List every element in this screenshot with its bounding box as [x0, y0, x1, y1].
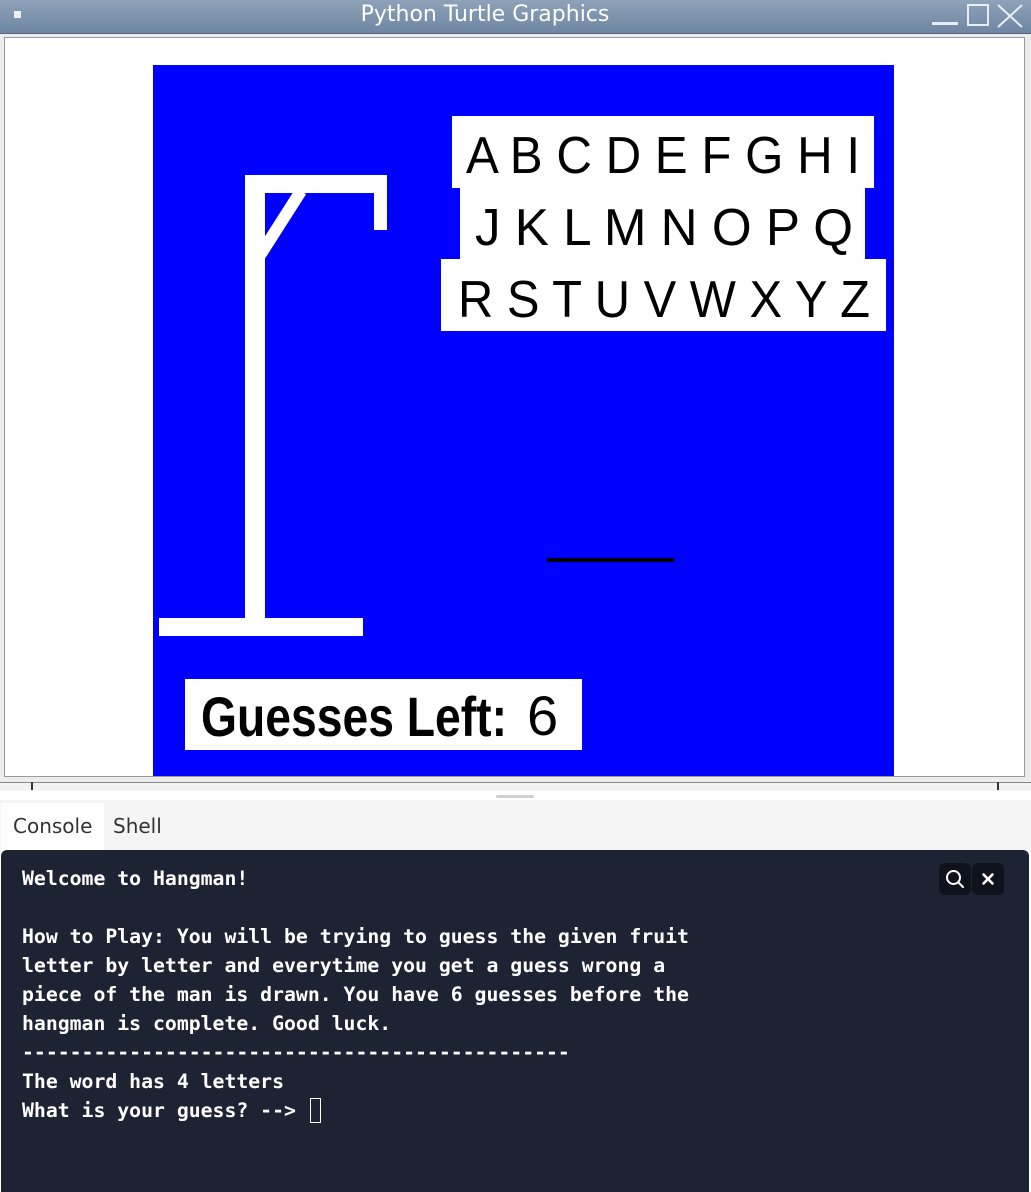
console-separator: ----------------------------------------… — [22, 1041, 570, 1064]
pane-divider[interactable] — [0, 782, 1031, 791]
letters-row-2: J K L M N O P Q — [475, 199, 853, 257]
gallows-rope — [374, 175, 387, 230]
console-line: How to Play: You will be trying to guess… — [22, 925, 689, 948]
tab-shell[interactable]: Shell — [101, 803, 174, 850]
minimize-icon[interactable] — [932, 22, 958, 25]
close-window-icon[interactable] — [996, 3, 1024, 29]
console-search-button[interactable] — [939, 863, 971, 895]
console-line: The word has 4 letters — [22, 1070, 285, 1093]
guesses-left-label: Guesses Left: — [201, 685, 507, 748]
gallows-beam — [245, 175, 387, 193]
letter-board: A B C D E F G H I J K L M N O P Q R S T … — [441, 116, 886, 331]
letters-row-1: A B C D E F G H I — [466, 127, 860, 185]
divider-tick-left — [31, 782, 33, 790]
window-title: Python Turtle Graphics — [360, 2, 610, 27]
gallows-base — [159, 618, 363, 636]
console-close-button[interactable] — [972, 863, 1004, 895]
console-line: hangman is complete. Good luck. — [22, 1012, 392, 1035]
console-output: Welcome to Hangman! How to Play: You wil… — [22, 864, 689, 1125]
console-input-cursor[interactable] — [309, 1098, 321, 1123]
console-prompt: What is your guess? --> — [22, 1099, 308, 1122]
guesses-left-box: Guesses Left: 6 — [185, 679, 582, 750]
console-panel[interactable]: Welcome to Hangman! How to Play: You wil… — [1, 850, 1029, 1192]
word-blank — [547, 558, 674, 562]
guesses-left-value: 6 — [527, 684, 558, 747]
letters-row-3: R S T U V W X Y Z — [458, 271, 870, 329]
console-line: Welcome to Hangman! — [22, 867, 249, 890]
console-line: letter by letter and everytime you get a… — [22, 954, 666, 977]
window-titlebar[interactable]: Python Turtle Graphics — [0, 0, 1031, 34]
search-icon — [946, 870, 964, 888]
console-line: piece of the man is drawn. You have 6 gu… — [22, 983, 689, 1006]
canvas-frame: A B C D E F G H I J K L M N O P Q R S T … — [0, 34, 1031, 782]
close-icon — [982, 873, 994, 885]
tab-console[interactable]: Console — [1, 803, 105, 850]
maximize-icon[interactable] — [967, 4, 989, 26]
resize-handle[interactable] — [496, 795, 534, 798]
turtle-canvas[interactable]: A B C D E F G H I J K L M N O P Q R S T … — [4, 37, 1025, 777]
divider-tick-right — [997, 782, 999, 790]
console-tabbar: Console Shell — [0, 800, 1031, 850]
